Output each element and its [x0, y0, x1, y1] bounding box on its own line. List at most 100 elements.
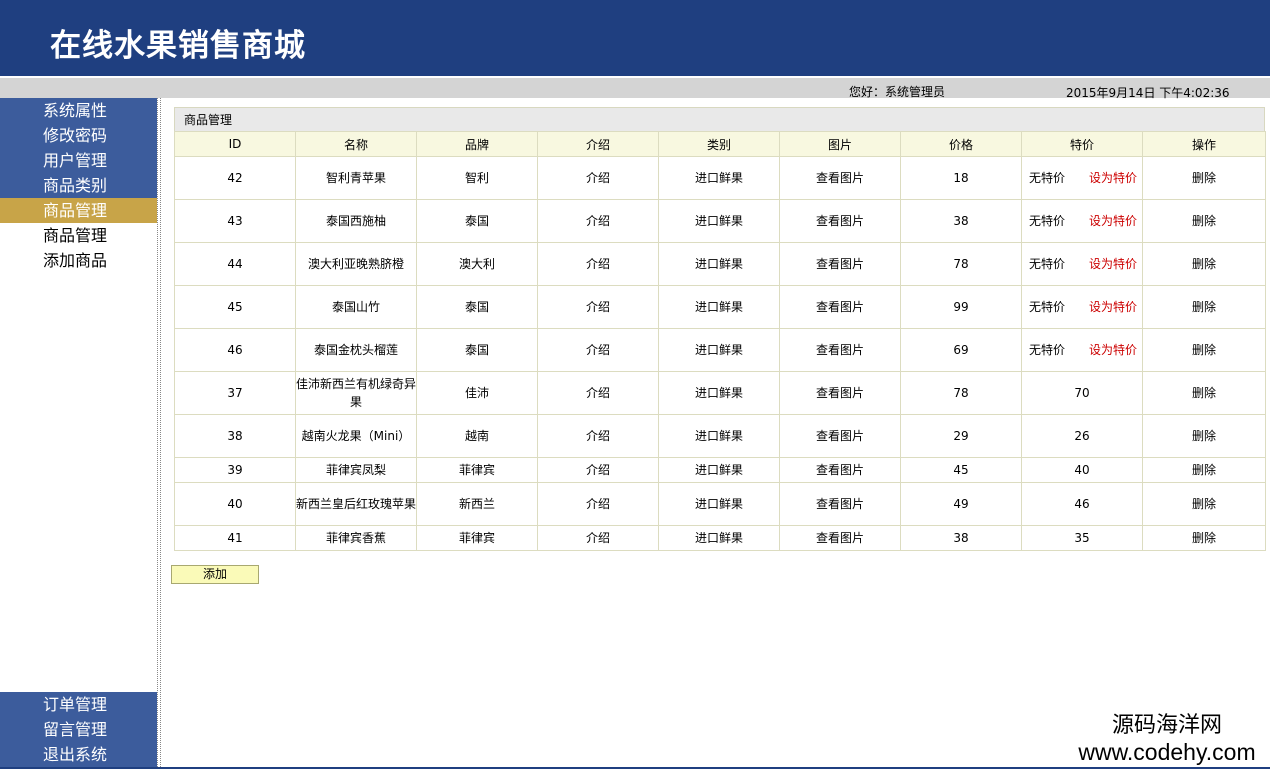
- no-special-text: 无特价: [1029, 300, 1066, 314]
- delete-link[interactable]: 删除: [1142, 242, 1266, 286]
- view-image-link[interactable]: 查看图片: [779, 242, 901, 286]
- view-image-link[interactable]: 查看图片: [779, 414, 901, 458]
- cell-name: 泰国金枕头榴莲: [295, 328, 417, 372]
- panel-title: 商品管理: [174, 107, 1265, 131]
- cell-category: 进口鲜果: [658, 199, 780, 243]
- cell-brand: 菲律宾: [416, 525, 538, 551]
- cell-price: 49: [900, 482, 1022, 526]
- column-header-name: 名称: [295, 131, 417, 157]
- sidebar-subitem-product-management[interactable]: 商品管理: [0, 223, 157, 248]
- no-special-text: 无特价: [1029, 343, 1066, 357]
- intro-link[interactable]: 介绍: [537, 328, 659, 372]
- intro-link[interactable]: 介绍: [537, 156, 659, 200]
- cell-category: 进口鲜果: [658, 371, 780, 415]
- cell-price: 78: [900, 371, 1022, 415]
- view-image-link[interactable]: 查看图片: [779, 482, 901, 526]
- cell-brand: 新西兰: [416, 482, 538, 526]
- cell-category: 进口鲜果: [658, 242, 780, 286]
- column-header-brand: 品牌: [416, 131, 538, 157]
- cell-name: 菲律宾香蕉: [295, 525, 417, 551]
- cell-brand: 智利: [416, 156, 538, 200]
- view-image-link[interactable]: 查看图片: [779, 371, 901, 415]
- sidebar-item-change-password[interactable]: 修改密码: [0, 123, 157, 148]
- cell-brand: 泰国: [416, 328, 538, 372]
- cell-category: 进口鲜果: [658, 414, 780, 458]
- set-special-link[interactable]: 设为特价: [1089, 171, 1137, 185]
- cell-name: 新西兰皇后红玫瑰苹果: [295, 482, 417, 526]
- cell-name: 泰国西施柚: [295, 199, 417, 243]
- delete-link[interactable]: 删除: [1142, 285, 1266, 329]
- set-special-link[interactable]: 设为特价: [1089, 257, 1137, 271]
- site-title: 在线水果销售商城: [50, 28, 306, 64]
- cell-id: 45: [174, 285, 296, 329]
- no-special-text: 无特价: [1029, 214, 1066, 228]
- view-image-link[interactable]: 查看图片: [779, 199, 901, 243]
- sidebar-item-product-management[interactable]: 商品管理: [0, 198, 157, 223]
- delete-link[interactable]: 删除: [1142, 525, 1266, 551]
- sidebar: 系统属性 修改密码 用户管理 商品类别 商品管理 商品管理 添加商品 订单管理 …: [0, 98, 157, 769]
- view-image-link[interactable]: 查看图片: [779, 525, 901, 551]
- cell-name: 越南火龙果（Mini）: [295, 414, 417, 458]
- cell-price: 38: [900, 525, 1022, 551]
- delete-link[interactable]: 删除: [1142, 457, 1266, 483]
- cell-id: 43: [174, 199, 296, 243]
- set-special-link[interactable]: 设为特价: [1089, 300, 1137, 314]
- no-special-text: 无特价: [1029, 257, 1066, 271]
- cell-price: 18: [900, 156, 1022, 200]
- cell-special-price: 40: [1021, 457, 1143, 483]
- sidebar-item-user-management[interactable]: 用户管理: [0, 148, 157, 173]
- sidebar-item-product-categories[interactable]: 商品类别: [0, 173, 157, 198]
- view-image-link[interactable]: 查看图片: [779, 156, 901, 200]
- header-bar: 在线水果销售商城: [0, 0, 1270, 76]
- set-special-link[interactable]: 设为特价: [1089, 343, 1137, 357]
- cell-id: 41: [174, 525, 296, 551]
- cell-special-price: 无特价 设为特价: [1021, 328, 1143, 372]
- sidebar-item-system-properties[interactable]: 系统属性: [0, 98, 157, 123]
- cell-brand: 越南: [416, 414, 538, 458]
- view-image-link[interactable]: 查看图片: [779, 457, 901, 483]
- delete-link[interactable]: 删除: [1142, 328, 1266, 372]
- cell-name: 菲律宾凤梨: [295, 457, 417, 483]
- cell-id: 40: [174, 482, 296, 526]
- cell-special-price: 70: [1021, 371, 1143, 415]
- cell-price: 78: [900, 242, 1022, 286]
- delete-link[interactable]: 删除: [1142, 414, 1266, 458]
- cell-price: 45: [900, 457, 1022, 483]
- table-row: 45 泰国山竹 泰国 介绍 进口鲜果 查看图片 99 无特价 设为特价 删除: [174, 285, 1266, 329]
- delete-link[interactable]: 删除: [1142, 482, 1266, 526]
- intro-link[interactable]: 介绍: [537, 414, 659, 458]
- cell-brand: 泰国: [416, 285, 538, 329]
- view-image-link[interactable]: 查看图片: [779, 328, 901, 372]
- cell-price: 29: [900, 414, 1022, 458]
- delete-link[interactable]: 删除: [1142, 156, 1266, 200]
- intro-link[interactable]: 介绍: [537, 199, 659, 243]
- delete-link[interactable]: 删除: [1142, 371, 1266, 415]
- intro-link[interactable]: 介绍: [537, 242, 659, 286]
- column-header-image: 图片: [779, 131, 901, 157]
- cell-category: 进口鲜果: [658, 328, 780, 372]
- table-row: 41 菲律宾香蕉 菲律宾 介绍 进口鲜果 查看图片 38 35 删除: [174, 525, 1266, 551]
- cell-id: 44: [174, 242, 296, 286]
- view-image-link[interactable]: 查看图片: [779, 285, 901, 329]
- sidebar-item-message-management[interactable]: 留言管理: [0, 717, 157, 742]
- intro-link[interactable]: 介绍: [537, 371, 659, 415]
- cell-category: 进口鲜果: [658, 285, 780, 329]
- cell-id: 38: [174, 414, 296, 458]
- sidebar-subitem-add-product[interactable]: 添加商品: [0, 248, 157, 273]
- sidebar-item-logout[interactable]: 退出系统: [0, 742, 157, 767]
- add-button[interactable]: 添加: [171, 565, 259, 584]
- delete-link[interactable]: 删除: [1142, 199, 1266, 243]
- column-header-action: 操作: [1142, 131, 1266, 157]
- set-special-link[interactable]: 设为特价: [1089, 214, 1137, 228]
- cell-special-price: 46: [1021, 482, 1143, 526]
- intro-link[interactable]: 介绍: [537, 482, 659, 526]
- table-body: 42 智利青苹果 智利 介绍 进口鲜果 查看图片 18 无特价 设为特价 删除 43 泰国西施柚 泰国介…: [174, 156, 1266, 551]
- sidebar-divider: [157, 98, 161, 769]
- intro-link[interactable]: 介绍: [537, 285, 659, 329]
- intro-link[interactable]: 介绍: [537, 457, 659, 483]
- column-header-id: ID: [174, 131, 296, 157]
- intro-link[interactable]: 介绍: [537, 525, 659, 551]
- sidebar-item-order-management[interactable]: 订单管理: [0, 692, 157, 717]
- cell-special-price: 无特价 设为特价: [1021, 199, 1143, 243]
- cell-id: 46: [174, 328, 296, 372]
